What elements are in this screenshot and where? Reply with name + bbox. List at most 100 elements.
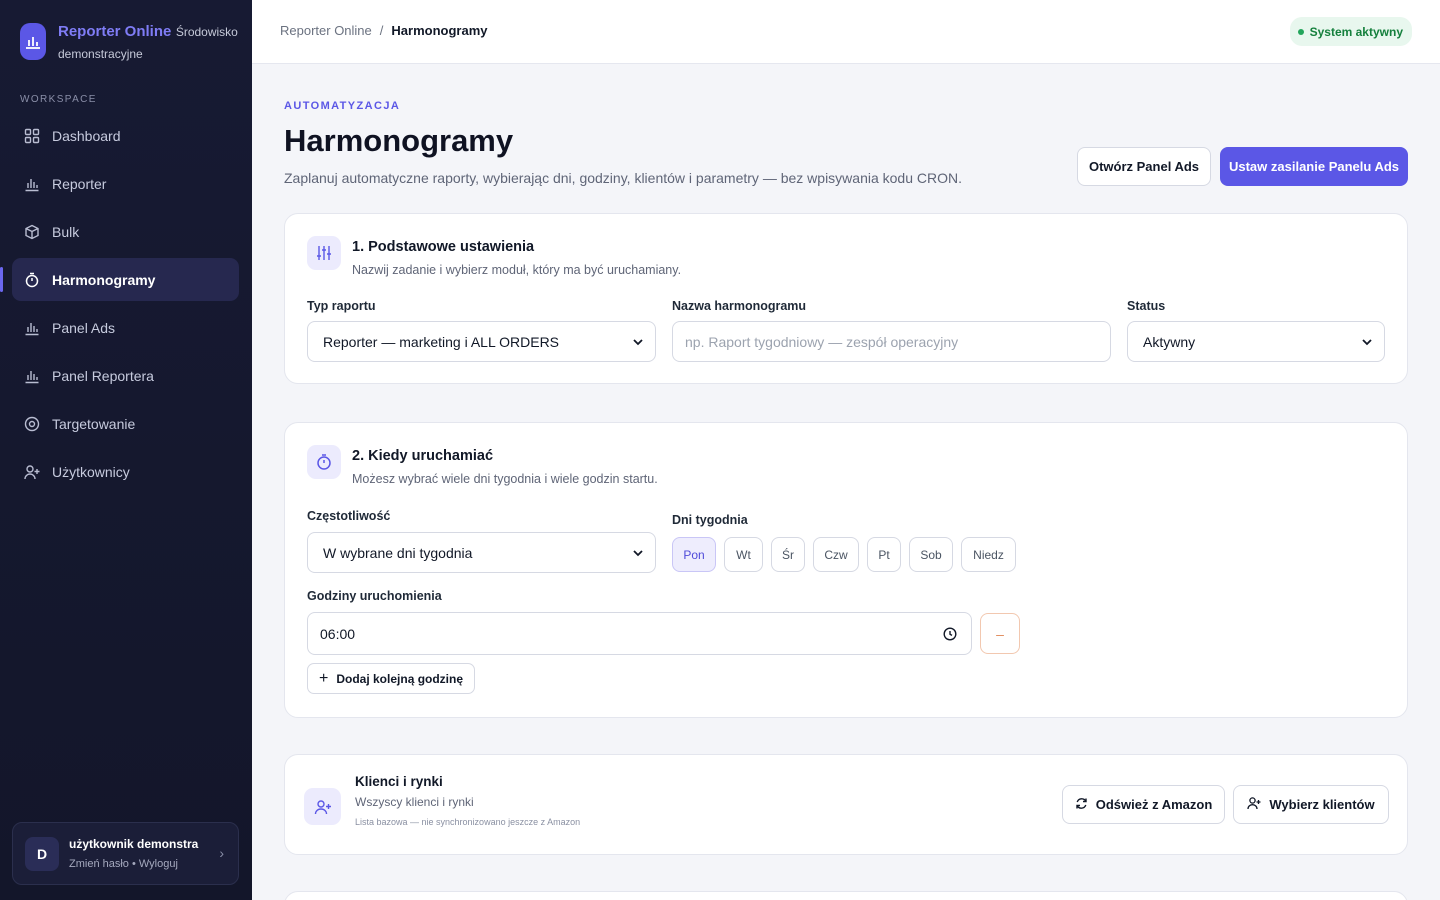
brand[interactable]: Reporter Online Środowisko demonstracyjn… (20, 23, 238, 65)
schedule-name-placeholder: np. Raport tygodniowy — zespół operacyjn… (685, 333, 959, 350)
add-hour-label: Dodaj kolejną godzinę (336, 671, 464, 686)
user-plus-icon (24, 464, 40, 480)
run-hour-input[interactable]: 06:00 (307, 612, 972, 655)
status-label: Status (1127, 299, 1166, 313)
report-type-label: Typ raportu (307, 299, 376, 313)
user-menu[interactable]: D użytkownik demonstra... Zmień hasło • … (12, 822, 239, 885)
user-name: użytkownik demonstra... (69, 837, 199, 851)
bar-chart-icon (24, 176, 40, 192)
day-chip-niedz[interactable]: Niedz (961, 537, 1016, 572)
refresh-amazon-button[interactable]: Odśwież z Amazon (1062, 785, 1225, 824)
sidebar-item-label: Użytkownicy (52, 463, 130, 480)
clients-subtitle: Wszyscy klienci i rynki (355, 795, 474, 809)
page-subtitle: Zaplanuj automatyczne raporty, wybierają… (284, 170, 963, 186)
sidebar-item-label: Panel Reportera (52, 367, 154, 384)
chevron-down-icon (633, 550, 643, 557)
top-bar: Reporter Online / Harmonogramy System ak… (252, 0, 1440, 64)
card-title: 1. Podstawowe ustawienia (352, 239, 535, 255)
clients-note: Lista bazowa — nie synchronizowano jeszc… (355, 817, 581, 827)
target-icon (24, 416, 40, 432)
page-eyebrow: AUTOMATYZACJA (284, 100, 401, 112)
sidebar-item-panel-reportera[interactable]: Panel Reportera (12, 354, 239, 397)
user-plus-icon (304, 788, 341, 825)
card-subtitle: Nazwij zadanie i wybierz moduł, który ma… (352, 263, 682, 277)
day-chip-sr[interactable]: Śr (771, 537, 805, 572)
breadcrumb: Reporter Online / Harmonogramy (280, 23, 487, 38)
status-dot-icon (1297, 28, 1304, 35)
workspace-label: WORKSPACE (20, 94, 97, 105)
status-select[interactable]: Aktywny (1127, 321, 1385, 362)
refresh-icon (1075, 797, 1088, 813)
user-plus-icon (1247, 796, 1261, 813)
frequency-label: Częstotliwość (307, 509, 391, 523)
sidebar-item-label: Panel Ads (52, 319, 116, 336)
bar-chart-icon (24, 368, 40, 384)
next-card (284, 891, 1408, 900)
chevron-down-icon (1362, 339, 1372, 346)
choose-clients-button[interactable]: Wybierz klientów (1233, 785, 1389, 824)
card-subtitle: Możesz wybrać wiele dni tygodnia i wiele… (352, 472, 658, 486)
plus-icon: + (319, 669, 329, 687)
clock-icon[interactable] (943, 627, 957, 641)
sidebar-item-reporter[interactable]: Reporter (12, 162, 239, 205)
frequency-value: W wybrane dni tygodnia (323, 544, 473, 561)
day-chip-wt[interactable]: Wt (724, 537, 763, 572)
report-type-select[interactable]: Reporter — marketing i ALL ORDERS (307, 321, 656, 362)
sliders-icon (307, 236, 341, 270)
clients-card: Klienci i rynki Wszyscy klienci i rynki … (284, 754, 1408, 855)
sidebar-item-harmonogramy[interactable]: Harmonogramy (0, 258, 239, 301)
chevron-down-icon (633, 339, 643, 346)
sidebar-item-bulk[interactable]: Bulk (12, 210, 239, 253)
sidebar: Reporter Online Środowisko demonstracyjn… (0, 0, 252, 900)
sidebar-nav: Dashboard Reporter Bulk Harmonogramy Pan… (0, 114, 239, 498)
sidebar-item-label: Reporter (52, 175, 107, 192)
sidebar-item-dashboard[interactable]: Dashboard (12, 114, 239, 157)
sidebar-item-label: Dashboard (52, 127, 121, 144)
schedule-name-input[interactable]: np. Raport tygodniowy — zespół operacyjn… (672, 321, 1111, 362)
grid-icon (24, 128, 40, 144)
days-label: Dni tygodnia (672, 513, 748, 527)
basic-settings-card: 1. Podstawowe ustawienia Nazwij zadanie … (284, 213, 1408, 384)
frequency-select[interactable]: W wybrane dni tygodnia (307, 532, 656, 573)
schedule-name-label: Nazwa harmonogramu (672, 299, 807, 313)
add-hour-button[interactable]: + Dodaj kolejną godzinę (307, 663, 476, 694)
clients-title: Klienci i rynki (355, 774, 443, 789)
sidebar-item-label: Harmonogramy (52, 271, 156, 288)
sidebar-item-label: Bulk (52, 223, 80, 240)
breadcrumb-current: Harmonogramy (391, 23, 488, 38)
bar-chart-icon (24, 320, 40, 336)
sidebar-item-targetowanie[interactable]: Targetowanie (12, 402, 239, 445)
box-icon (24, 224, 40, 240)
refresh-amazon-label: Odśwież z Amazon (1095, 797, 1213, 812)
breadcrumb-separator: / (379, 23, 384, 38)
open-panel-ads-button[interactable]: Otwórz Panel Ads (1077, 147, 1211, 186)
bar-chart-logo-icon (20, 23, 46, 60)
day-chip-sob[interactable]: Sob (909, 537, 953, 572)
day-chip-pt[interactable]: Pt (867, 537, 901, 572)
status-text: System aktywny (1309, 24, 1403, 39)
sidebar-item-panel-ads[interactable]: Panel Ads (12, 306, 239, 349)
choose-clients-label: Wybierz klientów (1269, 797, 1375, 812)
status-value: Aktywny (1143, 333, 1196, 350)
timer-icon (307, 445, 341, 479)
run-hours-label: Godziny uruchomienia (307, 589, 442, 603)
run-hour-value: 06:00 (320, 625, 356, 642)
breadcrumb-root[interactable]: Reporter Online (280, 23, 372, 38)
brand-text: Reporter Online Środowisko demonstracyjn… (58, 21, 238, 65)
remove-hour-button[interactable]: – (980, 613, 1020, 654)
day-chip-czw[interactable]: Czw (813, 537, 859, 572)
day-chip-pon[interactable]: Pon (672, 537, 716, 572)
timer-icon (24, 272, 40, 288)
status-badge: System aktywny (1289, 17, 1412, 46)
user-links[interactable]: Zmień hasło • Wyloguj (69, 858, 199, 870)
avatar: D (25, 836, 59, 871)
report-type-value: Reporter — marketing i ALL ORDERS (323, 333, 560, 350)
chevron-right-icon: › (219, 845, 224, 861)
page-title: Harmonogramy (284, 123, 514, 158)
card-title: 2. Kiedy uruchamiać (352, 448, 494, 464)
user-info: użytkownik demonstra... Zmień hasło • Wy… (69, 837, 199, 870)
sidebar-item-uzytkownicy[interactable]: Użytkownicy (12, 450, 239, 493)
set-panel-ads-feed-button[interactable]: Ustaw zasilanie Panelu Ads (1220, 147, 1408, 186)
sidebar-item-label: Targetowanie (52, 415, 136, 432)
brand-name: Reporter Online (58, 23, 172, 40)
